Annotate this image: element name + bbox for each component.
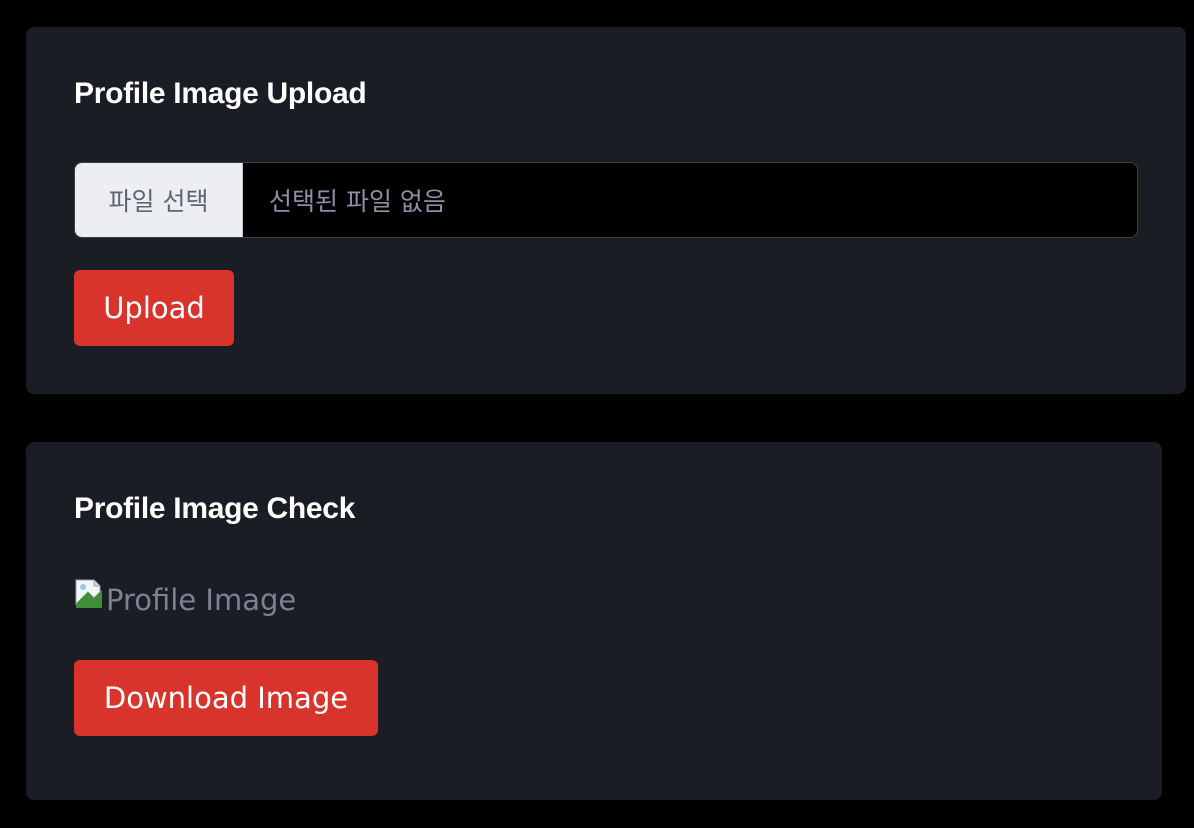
choose-file-button[interactable]: 파일 선택 <box>75 163 243 237</box>
check-card-title: Profile Image Check <box>74 492 356 525</box>
file-status-text: 선택된 파일 없음 <box>269 187 446 216</box>
upload-button[interactable]: Upload <box>74 270 234 346</box>
check-card: Profile Image Check Profile Image Downlo… <box>26 442 1162 800</box>
upload-card-title: Profile Image Upload <box>74 77 367 110</box>
profile-image-alt-text: Profile Image <box>106 583 297 617</box>
broken-image-icon <box>74 579 106 614</box>
profile-image: Profile Image <box>74 579 297 620</box>
upload-card: Profile Image Upload 파일 선택 선택된 파일 없음 Upl… <box>26 27 1186 394</box>
file-input[interactable]: 파일 선택 선택된 파일 없음 <box>74 162 1138 238</box>
download-image-button[interactable]: Download Image <box>74 660 378 736</box>
